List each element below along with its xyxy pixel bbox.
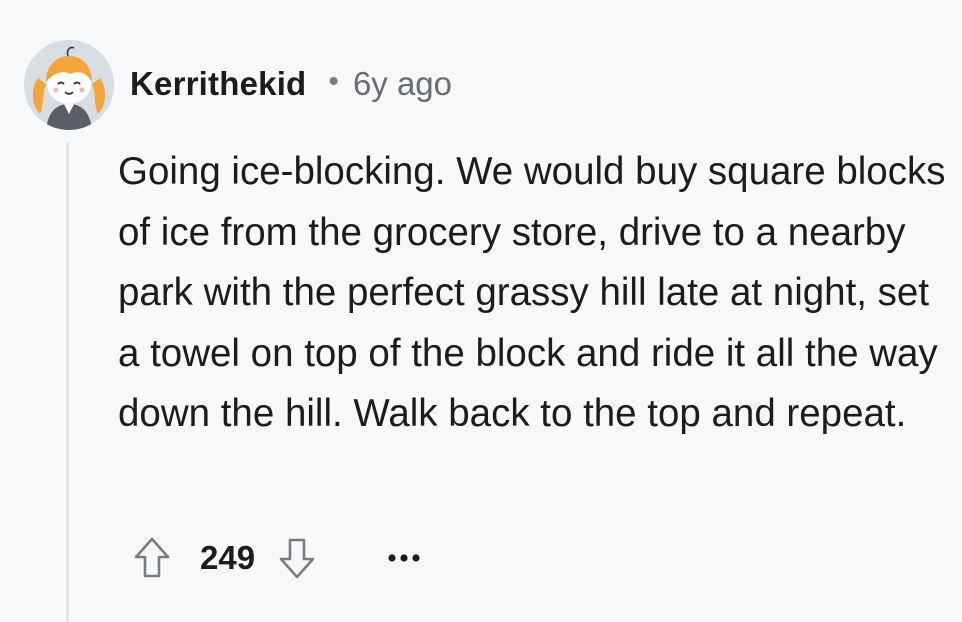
action-bar: 249	[130, 532, 429, 584]
thread-line[interactable]	[66, 142, 69, 622]
comment-body: Going ice-blocking. We would buy square …	[118, 150, 946, 435]
avatar-illustration	[24, 40, 114, 130]
separator-dot: •	[328, 65, 339, 98]
downvote-button[interactable]	[275, 532, 319, 584]
avatar[interactable]	[24, 40, 114, 130]
arrow-down-outline-icon	[279, 538, 315, 579]
comment: Kerrithekid • 6y ago Going ice-blocking.…	[0, 0, 962, 622]
username[interactable]: Kerrithekid	[130, 65, 306, 103]
vote-score: 249	[200, 539, 256, 576]
more-options-button[interactable]	[379, 538, 429, 578]
upvote-button[interactable]	[130, 532, 174, 584]
timestamp[interactable]: 6y ago	[353, 65, 452, 103]
arrow-up-outline-icon	[134, 537, 170, 578]
comment-header: Kerrithekid • 6y ago	[130, 62, 452, 106]
ellipsis-icon	[388, 554, 420, 562]
